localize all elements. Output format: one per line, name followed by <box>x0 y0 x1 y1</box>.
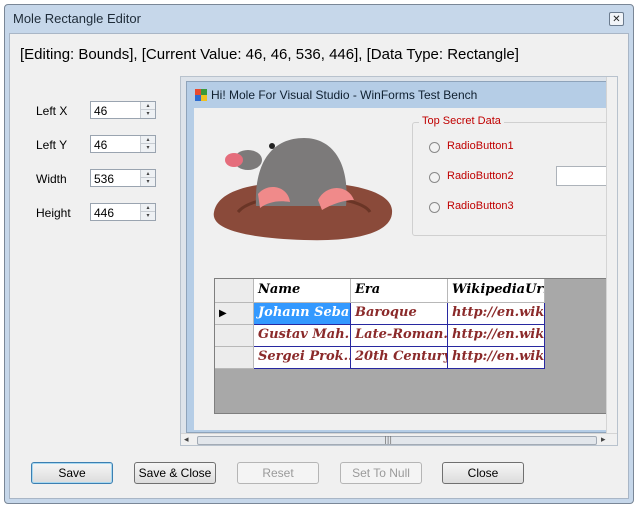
preview-panel: Hi! Mole For Visual Studio - WinForms Te… <box>180 76 618 446</box>
app-icon <box>195 89 207 101</box>
left-x-stepper[interactable]: 46 ▴ ▾ <box>90 101 156 119</box>
preview-form-title: Hi! Mole For Visual Studio - WinForms Te… <box>211 88 478 102</box>
height-stepper[interactable]: 446 ▴ ▾ <box>90 203 156 221</box>
table-cell[interactable]: Gustav Mah... <box>254 325 351 347</box>
save-button[interactable]: Save <box>31 462 113 484</box>
group-title: Top Secret Data <box>419 115 504 127</box>
height-spin-buttons[interactable]: ▴ ▾ <box>140 204 155 220</box>
vertical-scrollbar[interactable] <box>606 77 617 433</box>
secret-data-group: Top Secret Data RadioButton1 RadioButton… <box>412 115 617 236</box>
spin-down-icon[interactable]: ▾ <box>141 144 155 152</box>
window-title: Mole Rectangle Editor <box>13 11 141 26</box>
grid-corner <box>215 279 254 303</box>
scroll-left-icon[interactable]: ◂ <box>184 434 189 445</box>
spin-down-icon[interactable]: ▾ <box>141 110 155 118</box>
data-grid[interactable]: Name Era WikipediaUri ▶ Johann Seba... B… <box>214 278 614 414</box>
scroll-right-icon[interactable]: ▸ <box>601 434 606 445</box>
table-cell[interactable]: Johann Seba... <box>254 303 351 325</box>
preview-form-client: Top Secret Data RadioButton1 RadioButton… <box>194 108 617 430</box>
client-area: [Editing: Bounds], [Current Value: 46, 4… <box>9 33 629 499</box>
scroll-thumb[interactable]: ||| <box>197 435 597 445</box>
column-header-wikipediauri[interactable]: WikipediaUri <box>448 279 545 303</box>
table-cell[interactable]: http://en.wik... <box>448 303 545 325</box>
width-stepper[interactable]: 536 ▴ ▾ <box>90 169 156 187</box>
radio-button-1[interactable] <box>429 142 440 153</box>
preview-form: Hi! Mole For Visual Studio - WinForms Te… <box>186 81 617 433</box>
left-x-label: Left X <box>36 104 68 118</box>
height-value[interactable]: 446 <box>94 206 114 220</box>
left-x-value[interactable]: 46 <box>94 104 107 118</box>
width-spin-buttons[interactable]: ▴ ▾ <box>140 170 155 186</box>
table-cell[interactable]: Sergei Prok... <box>254 347 351 369</box>
spin-up-icon[interactable]: ▴ <box>141 204 155 212</box>
left-x-spin-buttons[interactable]: ▴ ▾ <box>140 102 155 118</box>
spin-down-icon[interactable]: ▾ <box>141 212 155 220</box>
spin-up-icon[interactable]: ▴ <box>141 136 155 144</box>
width-label: Width <box>36 172 67 186</box>
left-y-stepper[interactable]: 46 ▴ ▾ <box>90 135 156 153</box>
spin-down-icon[interactable]: ▾ <box>141 178 155 186</box>
reset-button[interactable]: Reset <box>237 462 319 484</box>
mole-illustration <box>213 138 393 241</box>
left-y-label: Left Y <box>36 138 68 152</box>
spin-up-icon[interactable]: ▴ <box>141 102 155 110</box>
radio-label-3[interactable]: RadioButton3 <box>447 200 514 212</box>
left-y-value[interactable]: 46 <box>94 138 107 152</box>
column-header-name[interactable]: Name <box>254 279 351 303</box>
radio-button-2[interactable] <box>429 172 440 183</box>
status-text: [Editing: Bounds], [Current Value: 46, 4… <box>20 46 519 63</box>
close-icon[interactable]: ✕ <box>609 12 624 26</box>
table-cell[interactable]: Baroque <box>351 303 448 325</box>
row-indicator-icon[interactable]: ▶ <box>215 303 254 325</box>
grip-icon: ||| <box>384 435 393 444</box>
horizontal-scrollbar[interactable]: ◂ ||| ▸ <box>181 433 617 445</box>
table-cell[interactable]: 20th Century <box>351 347 448 369</box>
radio-label-2[interactable]: RadioButton2 <box>447 170 514 182</box>
height-label: Height <box>36 206 71 220</box>
left-y-spin-buttons[interactable]: ▴ ▾ <box>140 136 155 152</box>
table-cell[interactable]: http://en.wik... <box>448 347 545 369</box>
save-close-button[interactable]: Save & Close <box>134 462 216 484</box>
radio-label-1[interactable]: RadioButton1 <box>447 140 514 152</box>
title-bar[interactable]: Mole Rectangle Editor ✕ <box>5 5 633 33</box>
table-cell[interactable]: Late-Roman... <box>351 325 448 347</box>
row-header[interactable] <box>215 347 254 369</box>
row-header[interactable] <box>215 325 254 347</box>
width-value[interactable]: 536 <box>94 172 114 186</box>
radio-button-3[interactable] <box>429 202 440 213</box>
set-to-null-button[interactable]: Set To Null <box>340 462 422 484</box>
spin-up-icon[interactable]: ▴ <box>141 170 155 178</box>
editor-window: Mole Rectangle Editor ✕ [Editing: Bounds… <box>4 4 634 504</box>
close-button[interactable]: Close <box>442 462 524 484</box>
table-cell[interactable]: http://en.wik... <box>448 325 545 347</box>
column-header-era[interactable]: Era <box>351 279 448 303</box>
